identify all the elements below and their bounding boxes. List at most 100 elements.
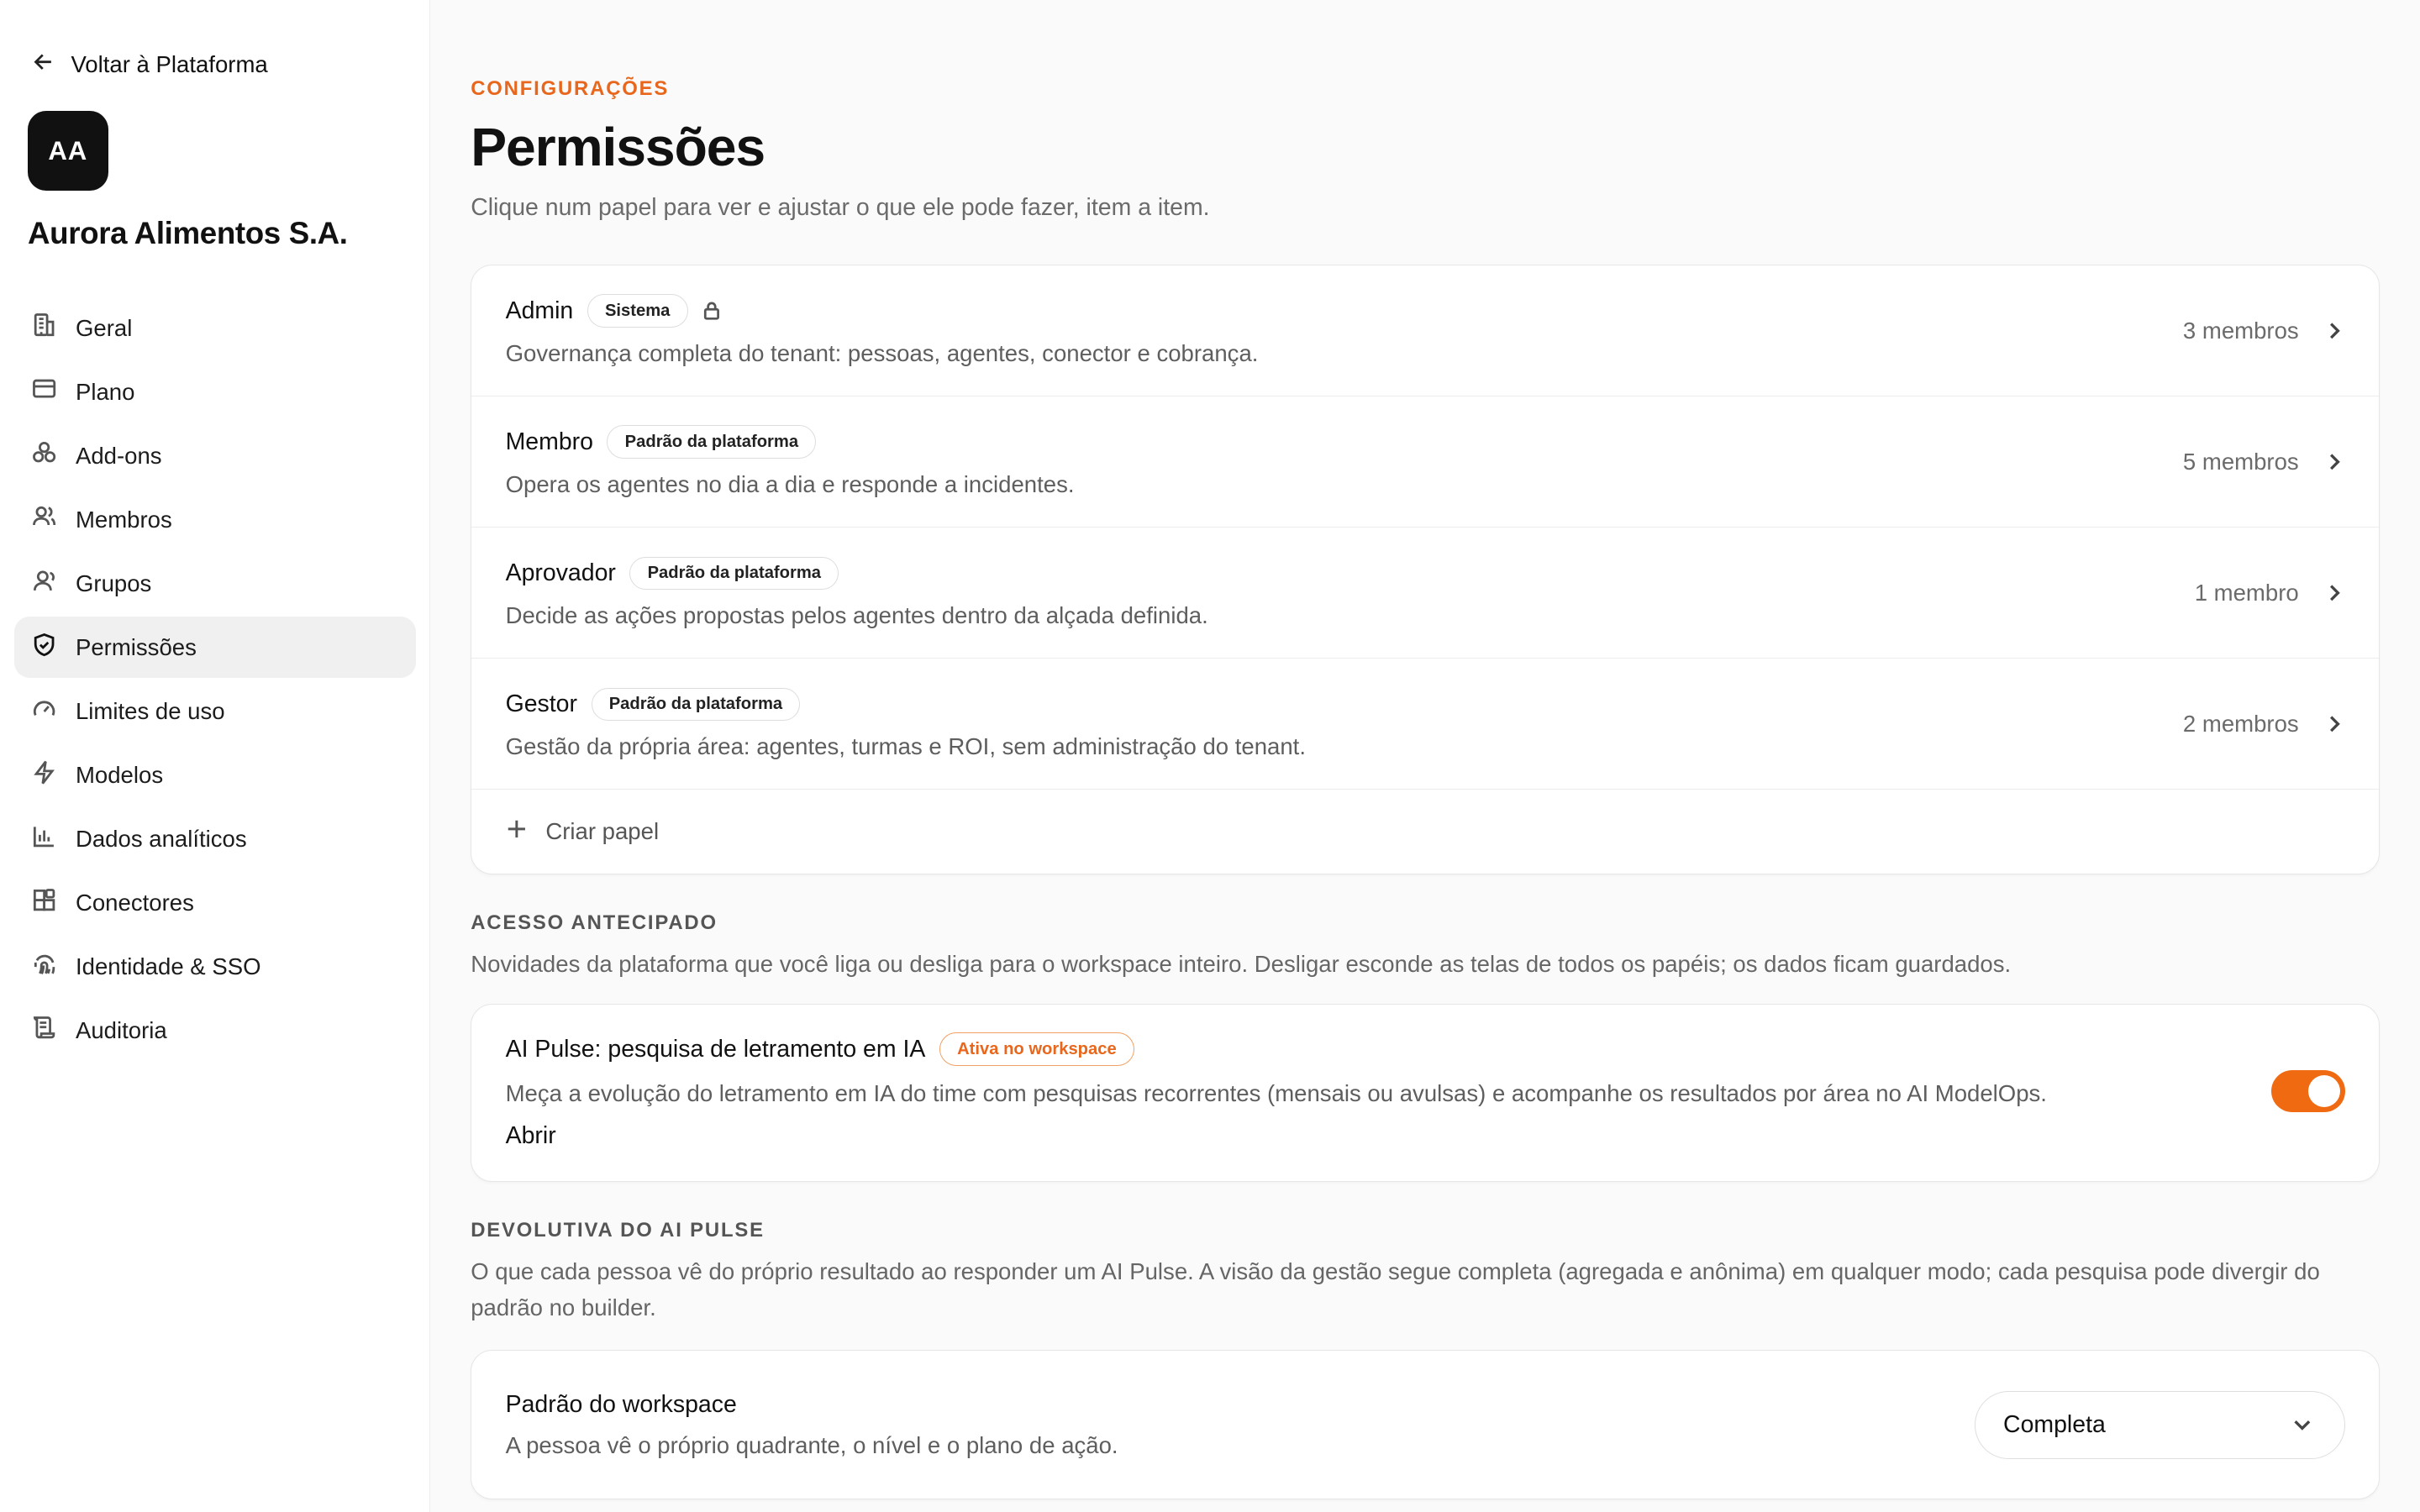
blocks-icon: [31, 887, 57, 919]
gauge-icon: [31, 696, 57, 727]
role-row-admin[interactable]: Admin Sistema Governança completa do ten…: [471, 265, 2380, 397]
sidebar-item-label: Identidade & SSO: [75, 953, 261, 979]
early-access-description: Novidades da plataforma que você liga ou…: [471, 951, 2012, 978]
arrow-left-icon: [31, 50, 55, 80]
sidebar-item-label: Add-ons: [75, 442, 162, 469]
role-head: Admin Sistema: [506, 294, 1259, 328]
role-row-aprovador[interactable]: Aprovador Padrão da plataforma Decide as…: [471, 528, 2380, 659]
sidebar-item-auditoria[interactable]: Auditoria: [14, 1000, 416, 1061]
sidebar-item-grupos[interactable]: Grupos: [14, 553, 416, 614]
roles-list: Admin Sistema Governança completa do ten…: [471, 264, 2381, 874]
role-name: Gestor: [505, 690, 577, 717]
chevron-right-icon: [2323, 582, 2345, 604]
role-meta: 5 membros: [2183, 449, 2345, 475]
sidebar-item-plano[interactable]: Plano: [14, 361, 416, 423]
credit-card-icon: [31, 375, 57, 407]
role-name: Membro: [505, 428, 593, 455]
default-description: A pessoa vê o próprio quadrante, o nível…: [505, 1432, 1118, 1459]
boxes-icon: [31, 439, 57, 471]
feature-card-ai-pulse: AI Pulse: pesquisa de letramento em IA A…: [471, 1004, 2381, 1182]
sidebar-item-add-ons[interactable]: Add-ons: [14, 425, 416, 486]
role-info: Aprovador Padrão da plataforma Decide as…: [505, 556, 1208, 629]
create-role-label: Criar papel: [545, 817, 660, 844]
org-name: Aurora Alimentos S.A.: [28, 215, 348, 250]
bolt-icon: [31, 759, 57, 791]
sidebar-item-label: Geral: [75, 314, 133, 341]
org-avatar: AA: [28, 110, 108, 192]
lock-icon: [702, 301, 722, 321]
chevron-right-icon: [2323, 320, 2345, 342]
sidebar-item-label: Permissões: [75, 633, 197, 660]
feedback-mode-select[interactable]: Completa: [1974, 1390, 2345, 1459]
users-icon: [31, 503, 57, 535]
sidebar-item-limites-de-uso[interactable]: Limites de uso: [14, 680, 416, 742]
role-badge: Padrão da plataforma: [629, 556, 839, 591]
sidebar-item-label: Conectores: [75, 889, 194, 916]
sidebar-item-geral[interactable]: Geral: [14, 297, 416, 359]
role-head: Aprovador Padrão da plataforma: [505, 556, 1208, 591]
main-content: CONFIGURAÇÕES Permissões Clique num pape…: [430, 0, 2420, 1512]
role-meta: 2 membros: [2183, 711, 2345, 738]
open-feature-link[interactable]: Abrir: [506, 1122, 556, 1150]
default-info: Padrão do workspace A pessoa vê o própri…: [506, 1391, 1118, 1460]
page-title: Permissões: [471, 117, 765, 178]
role-name: Aprovador: [505, 559, 616, 586]
sidebar-item-modelos[interactable]: Modelos: [14, 744, 416, 806]
role-row-membro[interactable]: Membro Padrão da plataforma Opera os age…: [471, 396, 2380, 528]
role-row-gestor[interactable]: Gestor Padrão da plataforma Gestão da pr…: [471, 659, 2380, 790]
role-member-count: 3 membros: [2182, 317, 2299, 344]
settings-nav: Geral Plano Add-ons Membros Grupos Permi…: [13, 297, 416, 1062]
feature-head: AI Pulse: pesquisa de letramento em IA A…: [505, 1032, 2047, 1067]
bar-chart-icon: [31, 823, 57, 855]
section-eyebrow: CONFIGURAÇÕES: [471, 76, 670, 100]
role-info: Gestor Padrão da plataforma Gestão da pr…: [505, 687, 1306, 760]
sidebar-item-conectores[interactable]: Conectores: [14, 872, 416, 933]
role-info: Admin Sistema Governança completa do ten…: [505, 294, 1259, 366]
sidebar-item-permissoes[interactable]: Permissões: [13, 616, 416, 679]
feedback-description: O que cada pessoa vê do próprio resultad…: [471, 1258, 2320, 1320]
status-badge: Ativa no workspace: [939, 1032, 1134, 1067]
sidebar-item-membros[interactable]: Membros: [14, 489, 416, 550]
feature-description: Meça a evolução do letramento em IA do t…: [505, 1079, 2047, 1106]
back-link-label: Voltar à Plataforma: [71, 50, 268, 77]
feature-info: AI Pulse: pesquisa de letramento em IA A…: [506, 1032, 2047, 1150]
sidebar-item-label: Membros: [75, 506, 172, 533]
feedback-heading: DEVOLUTIVA DO AI PULSE: [471, 1218, 765, 1242]
chevron-down-icon: [2291, 1414, 2313, 1436]
sidebar-item-identidade-sso[interactable]: Identidade & SSO: [14, 936, 416, 997]
fingerprint-icon: [31, 951, 57, 983]
role-description: Governança completa do tenant: pessoas, …: [505, 339, 1259, 366]
role-info: Membro Padrão da plataforma Opera os age…: [506, 425, 1075, 497]
role-description: Decide as ações propostas pelos agentes …: [505, 601, 1208, 628]
sidebar-item-label: Grupos: [75, 570, 152, 596]
role-member-count: 5 membros: [2182, 448, 2299, 475]
role-badge: Padrão da plataforma: [607, 425, 817, 459]
default-title: Padrão do workspace: [505, 1390, 737, 1418]
scroll-icon: [31, 1015, 57, 1047]
role-description: Gestão da própria área: agentes, turmas …: [505, 733, 1306, 760]
back-to-platform-link[interactable]: Voltar à Plataforma: [14, 50, 416, 80]
app-root: Voltar à Plataforma AA Aurora Alimentos …: [0, 0, 2420, 1512]
building-icon: [31, 312, 57, 344]
role-meta: 3 membros: [2183, 318, 2345, 344]
role-member-count: 1 membro: [2194, 579, 2299, 606]
feature-toggle[interactable]: [2270, 1070, 2345, 1112]
create-role-button[interactable]: Criar papel: [471, 790, 2379, 873]
sidebar-item-label: Plano: [75, 378, 135, 405]
user-group-icon: [31, 568, 57, 600]
role-head: Gestor Padrão da plataforma: [505, 687, 1306, 722]
sidebar-item-label: Dados analíticos: [75, 825, 247, 852]
role-member-count: 2 membros: [2182, 710, 2299, 737]
sidebar-item-label: Auditoria: [75, 1016, 167, 1043]
role-head: Membro Padrão da plataforma: [506, 425, 1075, 459]
feature-title: AI Pulse: pesquisa de letramento em IA: [505, 1035, 926, 1063]
shield-check-icon: [31, 632, 57, 664]
chevron-right-icon: [2323, 451, 2345, 473]
sidebar-item-dados-analiticos[interactable]: Dados analíticos: [14, 808, 416, 869]
chevron-right-icon: [2323, 713, 2345, 735]
sidebar: Voltar à Plataforma AA Aurora Alimentos …: [0, 0, 431, 1512]
role-badge: Sistema: [587, 294, 688, 328]
page-subtitle: Clique num papel para ver e ajustar o qu…: [471, 193, 1210, 221]
select-value: Completa: [2003, 1410, 2106, 1438]
early-access-heading: ACESSO ANTECIPADO: [471, 911, 718, 934]
